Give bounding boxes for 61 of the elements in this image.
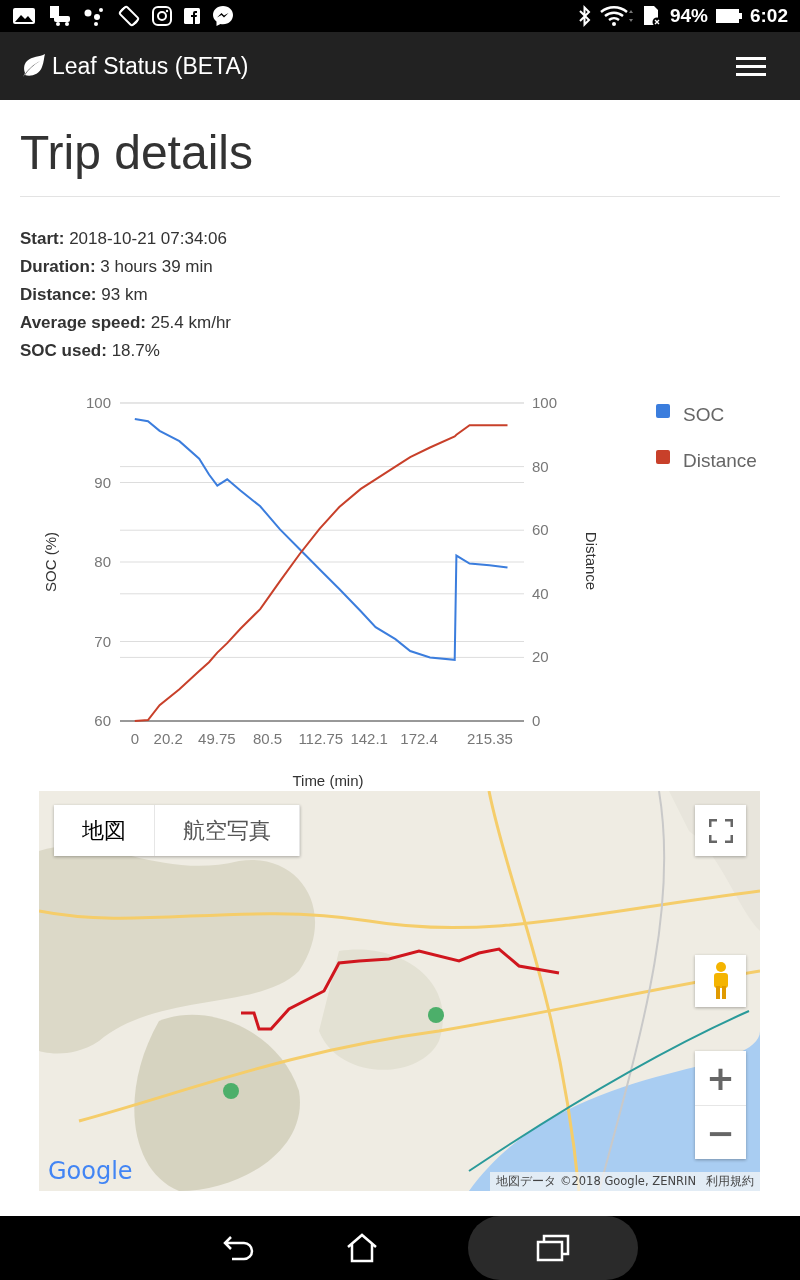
x-axis-title: Time (min) (292, 772, 364, 789)
map-type-tab[interactable]: 航空写真 (155, 805, 300, 856)
legend-label: Distance (683, 450, 757, 471)
attribution-text: 地図データ ©2018 Google, ZENRIN (496, 1174, 696, 1189)
home-button[interactable] (346, 1233, 378, 1263)
menu-button[interactable] (736, 56, 766, 76)
y-tick-label: 20 (532, 648, 549, 666)
back-icon (222, 1234, 256, 1262)
legend-swatch (656, 450, 670, 464)
fullscreen-icon (708, 818, 733, 843)
back-button[interactable] (222, 1234, 256, 1262)
y-tick-label: 70 (94, 632, 111, 650)
detail-line: Average speed: 25.4 km/hr (20, 312, 233, 334)
image-icon (12, 7, 36, 25)
chat-bubble-icon (212, 5, 234, 27)
battery-percentage: 94% (669, 5, 708, 27)
zoom-in-button[interactable]: + (695, 1051, 746, 1105)
page-title: Trip details (20, 120, 780, 197)
y-tick-label: 80 (532, 457, 549, 475)
bluetooth-icon (577, 5, 592, 27)
x-tick-label: 172.4 (400, 730, 438, 747)
x-tick-label: 80.5 (253, 730, 283, 747)
menu-icon (736, 56, 766, 76)
facebook-icon (184, 8, 200, 24)
recent-apps-icon (536, 1234, 570, 1262)
camera-icon (152, 6, 172, 26)
terms-link[interactable]: 利用規約 (706, 1174, 754, 1189)
legend-swatch (656, 404, 670, 418)
y-tick-label: 60 (94, 712, 111, 729)
detail-line: Duration: 3 hours 39 min (20, 256, 214, 278)
y-tick-label: 100 (85, 394, 111, 411)
clock-time: 6:02 (749, 5, 788, 27)
battery-icon (715, 8, 742, 24)
detail-line: Start: 2018-10-21 07:34:06 (20, 228, 228, 250)
rotate-icon (118, 5, 140, 27)
x-tick-label: 142.1 (350, 730, 388, 747)
dots-icon (84, 6, 106, 26)
x-tick-label: 0 (130, 730, 139, 747)
detail-line: Distance: 93 km (20, 284, 149, 306)
map-type-tab[interactable]: 地図 (54, 805, 155, 856)
x-tick-label: 215.35 (467, 730, 513, 747)
y-axis-title: SOC (%) (42, 532, 59, 592)
y-tick-label: 90 (94, 473, 111, 491)
fullscreen-button[interactable] (695, 805, 746, 856)
app-title[interactable]: Leaf Status (BETA) (52, 52, 249, 80)
x-tick-label: 112.75 (298, 730, 344, 747)
y-tick-label: 60 (532, 521, 549, 539)
y-tick-label: 40 (532, 584, 549, 602)
x-tick-label: 20.2 (153, 730, 183, 747)
home-icon (346, 1233, 378, 1263)
detail-line: SOC used: 18.7% (20, 340, 161, 362)
y-tick-label: 80 (94, 553, 111, 570)
y-tick-label: 0 (532, 712, 541, 729)
legend-label: SOC (683, 404, 725, 425)
wifi-icon (599, 5, 634, 27)
zoom-out-button[interactable]: − (695, 1105, 746, 1159)
x-tick-label: 49.75 (198, 730, 236, 747)
y-axis-title: Distance (583, 531, 600, 591)
map-logo: Google (48, 1157, 133, 1185)
sd-card-icon (641, 5, 662, 27)
y-tick-label: 100 (532, 394, 558, 411)
